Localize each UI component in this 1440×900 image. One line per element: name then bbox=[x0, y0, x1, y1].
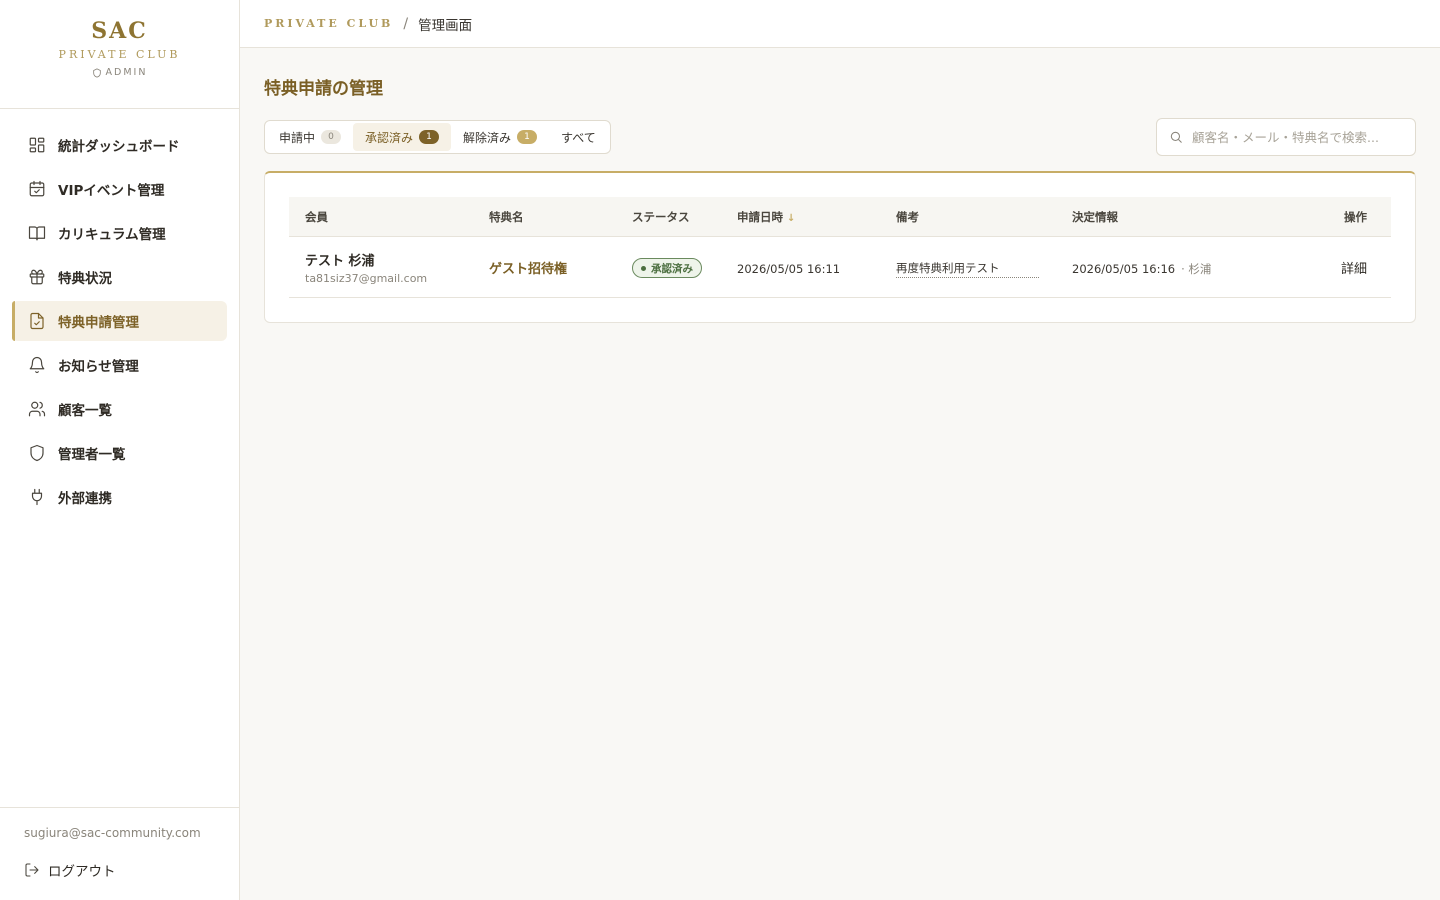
users-icon bbox=[28, 400, 46, 418]
tab-pending[interactable]: 申請中 0 bbox=[267, 123, 353, 151]
logout-label: ログアウト bbox=[48, 864, 116, 880]
file-check-icon bbox=[28, 312, 46, 330]
shield-small-icon bbox=[92, 67, 101, 78]
requests-table: 会員 特典名 ステータス 申請日時 ↓ 備考 決定情報 操作 テスト 杉浦 ta8… bbox=[289, 197, 1391, 298]
table-header: 会員 特典名 ステータス 申請日時 ↓ 備考 決定情報 操作 bbox=[289, 197, 1391, 237]
benefit-cell: ゲスト招待権 bbox=[489, 258, 632, 277]
column-header-actions: 操作 bbox=[1344, 209, 1367, 224]
sidebar-item-label: 特典申請管理 bbox=[58, 315, 139, 331]
sidebar-item-vip-events[interactable]: VIPイベント管理 bbox=[12, 169, 227, 209]
sidebar-item-customers[interactable]: 顧客一覧 bbox=[12, 389, 227, 429]
sidebar-footer: sugiura@sac-community.com ログアウト bbox=[0, 807, 239, 900]
tab-label: 申請中 bbox=[279, 130, 316, 145]
status-filter-tabs: 申請中 0 承認済み 1 解除済み 1 すべて bbox=[264, 120, 611, 154]
member-cell: テスト 杉浦 ta81siz37@gmail.com bbox=[289, 250, 489, 285]
brand-role: ADMIN bbox=[0, 67, 239, 78]
tab-approved[interactable]: 承認済み 1 bbox=[353, 123, 452, 151]
shield-icon bbox=[28, 444, 46, 462]
logout-icon bbox=[25, 863, 39, 877]
member-email: ta81siz37@gmail.com bbox=[305, 271, 428, 285]
column-header-applied-at[interactable]: 申請日時 ↓ bbox=[737, 209, 896, 225]
tab-all[interactable]: すべて bbox=[549, 123, 608, 151]
status-label: 承認済み bbox=[651, 262, 693, 275]
member-name: テスト 杉浦 bbox=[305, 253, 375, 269]
status-cell: 承認済み bbox=[632, 256, 737, 279]
brand-subtitle: PRIVATE CLUB bbox=[58, 48, 181, 61]
sidebar-item-label: 管理者一覧 bbox=[58, 447, 126, 463]
column-header-applied-at-label: 申請日時 bbox=[737, 209, 783, 224]
applied-at: 2026/05/05 16:11 bbox=[737, 261, 841, 276]
sidebar-item-integrations[interactable]: 外部連携 bbox=[12, 477, 227, 517]
dashboard-icon bbox=[28, 136, 46, 154]
decision-cell: 2026/05/05 16:16 · 杉浦 bbox=[1072, 258, 1297, 277]
brand-role-label: ADMIN bbox=[105, 67, 148, 78]
sidebar-item-label: カリキュラム管理 bbox=[58, 227, 166, 243]
sidebar-item-curriculum[interactable]: カリキュラム管理 bbox=[12, 213, 227, 253]
detail-button[interactable]: 詳細 bbox=[1341, 262, 1367, 277]
tab-revoked[interactable]: 解除済み 1 bbox=[451, 123, 549, 151]
column-header-member: 会員 bbox=[305, 209, 328, 224]
table-row: テスト 杉浦 ta81siz37@gmail.com ゲスト招待権 承認済み 2… bbox=[289, 237, 1391, 298]
sidebar-item-benefit-requests[interactable]: 特典申請管理 bbox=[12, 301, 227, 341]
breadcrumb-current: 管理画面 bbox=[418, 17, 473, 34]
book-icon bbox=[28, 224, 46, 242]
applied-at-cell: 2026/05/05 16:11 bbox=[737, 258, 896, 277]
tab-label: 解除済み bbox=[463, 130, 512, 145]
tab-label: すべて bbox=[561, 130, 596, 145]
tab-count-badge: 1 bbox=[517, 130, 538, 144]
note-cell: 再度特典利用テスト bbox=[896, 257, 1072, 278]
sidebar-item-label: 外部連携 bbox=[58, 491, 112, 507]
gift-icon bbox=[28, 268, 46, 286]
sidebar-item-notices[interactable]: お知らせ管理 bbox=[12, 345, 227, 385]
requests-table-card: 会員 特典名 ステータス 申請日時 ↓ 備考 決定情報 操作 テスト 杉浦 ta8… bbox=[264, 171, 1416, 323]
breadcrumb-separator: / bbox=[403, 15, 409, 32]
brand-logo[interactable]: SAC PRIVATE CLUB ADMIN bbox=[0, 0, 239, 109]
status-dot-icon bbox=[641, 265, 646, 271]
column-header-note: 備考 bbox=[896, 209, 919, 224]
tab-count-badge: 0 bbox=[321, 130, 342, 144]
decided-by: · 杉浦 bbox=[1181, 261, 1212, 276]
actions-cell: 詳細 bbox=[1297, 258, 1391, 277]
tab-count-badge: 1 bbox=[419, 130, 440, 144]
sidebar: SAC PRIVATE CLUB ADMIN 統計ダッシュボード VIPイベント… bbox=[0, 0, 240, 900]
plug-icon bbox=[28, 488, 46, 506]
page-title: 特典申請の管理 bbox=[264, 79, 383, 99]
sidebar-nav: 統計ダッシュボード VIPイベント管理 カリキュラム管理 特典状況 特典申請管理… bbox=[0, 109, 239, 517]
logout-button[interactable]: ログアウト bbox=[24, 860, 215, 880]
search-icon bbox=[1170, 131, 1182, 143]
sort-desc-icon: ↓ bbox=[787, 212, 796, 224]
sidebar-item-label: 特典状況 bbox=[58, 271, 112, 287]
search-box[interactable] bbox=[1156, 118, 1416, 156]
sidebar-item-dashboard[interactable]: 統計ダッシュボード bbox=[12, 125, 227, 165]
tab-label: 承認済み bbox=[365, 130, 414, 145]
calendar-icon bbox=[28, 180, 46, 198]
sidebar-item-label: VIPイベント管理 bbox=[58, 183, 165, 199]
column-header-status: ステータス bbox=[632, 209, 690, 224]
column-header-benefit: 特典名 bbox=[489, 209, 524, 224]
sidebar-item-label: お知らせ管理 bbox=[58, 359, 139, 375]
main-content: 特典申請の管理 申請中 0 承認済み 1 解除済み 1 すべて 顧客名・メール・… bbox=[264, 48, 1416, 323]
status-badge: 承認済み bbox=[632, 258, 702, 279]
sidebar-item-label: 顧客一覧 bbox=[58, 403, 112, 419]
search-input[interactable] bbox=[1192, 129, 1392, 145]
benefit-name: ゲスト招待権 bbox=[489, 261, 568, 277]
breadcrumb-club[interactable]: PRIVATE CLUB bbox=[264, 17, 393, 30]
brand-name: SAC bbox=[91, 18, 148, 44]
sidebar-item-admins[interactable]: 管理者一覧 bbox=[12, 433, 227, 473]
breadcrumb: PRIVATE CLUB / 管理画面 bbox=[240, 0, 1440, 48]
sidebar-item-label: 統計ダッシュボード bbox=[58, 139, 180, 155]
user-email: sugiura@sac-community.com bbox=[24, 826, 201, 840]
sidebar-item-benefit-status[interactable]: 特典状況 bbox=[12, 257, 227, 297]
column-header-decision: 決定情報 bbox=[1072, 209, 1118, 224]
bell-icon bbox=[28, 356, 46, 374]
note-text[interactable]: 再度特典利用テスト bbox=[896, 260, 1039, 278]
decided-at: 2026/05/05 16:16 bbox=[1072, 261, 1176, 276]
toolbar: 申請中 0 承認済み 1 解除済み 1 すべて bbox=[264, 118, 1416, 156]
